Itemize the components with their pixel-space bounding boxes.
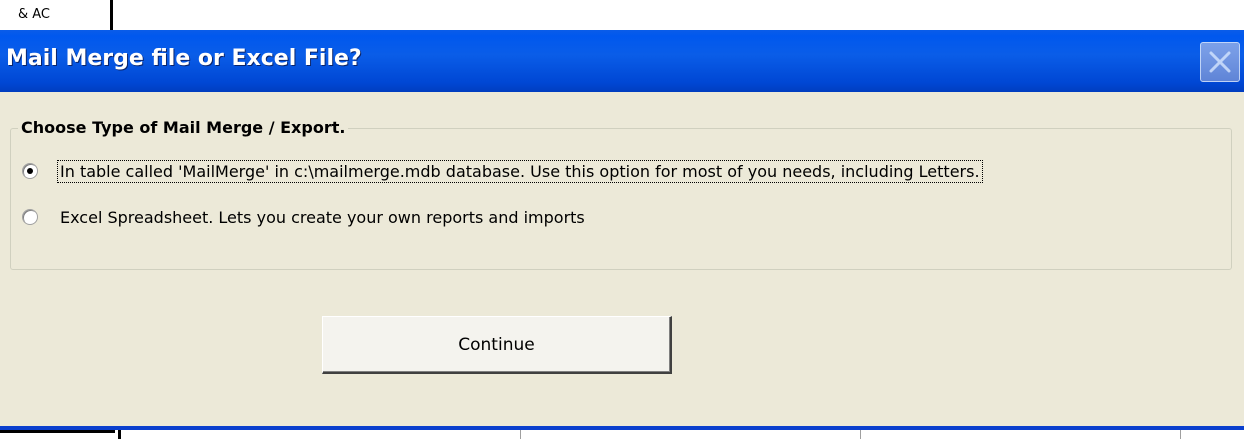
background-partial-text: & AC xyxy=(18,7,51,22)
dialog-title: Mail Merge file or Excel File? xyxy=(6,46,362,71)
background-divider xyxy=(110,0,113,30)
continue-button[interactable]: Continue xyxy=(322,316,672,374)
close-button[interactable] xyxy=(1200,42,1240,82)
option-excel-spreadsheet[interactable]: Excel Spreadsheet. Lets you create your … xyxy=(22,205,587,229)
close-icon xyxy=(1209,51,1231,73)
dialog-titlebar[interactable]: Mail Merge file or Excel File? xyxy=(0,30,1244,92)
radio-excel-spreadsheet[interactable] xyxy=(22,209,38,225)
option-mailmerge-table-label[interactable]: In table called 'MailMerge' in c:\mailme… xyxy=(57,159,983,183)
radio-mailmerge-table[interactable] xyxy=(22,163,38,179)
option-excel-spreadsheet-label[interactable]: Excel Spreadsheet. Lets you create your … xyxy=(58,207,587,228)
group-label: Choose Type of Mail Merge / Export. xyxy=(18,118,349,138)
mail-merge-type-group xyxy=(10,128,1232,270)
background-divider-bottom xyxy=(0,430,115,433)
mail-merge-dialog: Mail Merge file or Excel File? Choose Ty… xyxy=(0,30,1244,430)
option-mailmerge-table[interactable]: In table called 'MailMerge' in c:\mailme… xyxy=(22,159,983,183)
